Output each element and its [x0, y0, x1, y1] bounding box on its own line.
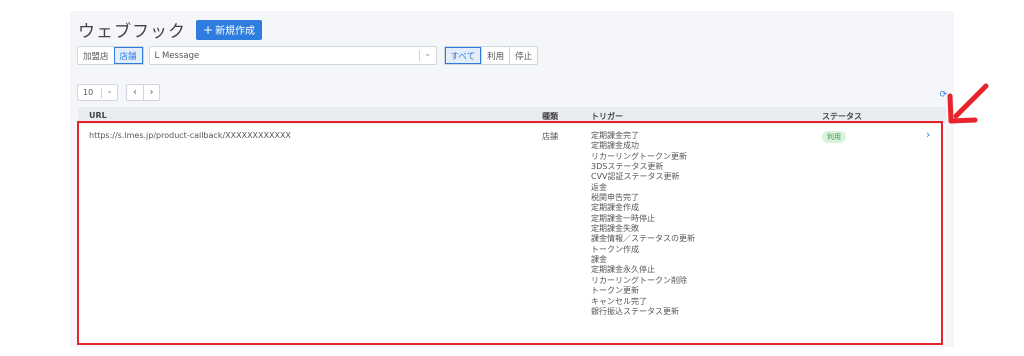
scope-option-merchant[interactable]: 加盟店 [78, 47, 114, 64]
annotation-arrow-icon [947, 83, 989, 124]
chevron-down-icon: ⌄ [423, 49, 432, 59]
chevron-left-icon[interactable]: ‹ [127, 85, 143, 100]
webhook-url: https://s.lmes.jp/product-callback/XXXXX… [89, 131, 291, 140]
column-header-status: ステータス [822, 112, 862, 121]
page-size-select[interactable]: 10 ⌄ [77, 84, 118, 101]
pagination-bar: 10 ⌄ ‹ › [77, 84, 160, 101]
column-header-url: URL [89, 111, 107, 120]
webhook-kind: 店舗 [542, 132, 558, 141]
trigger-item: CVV認証ステータス更新 [591, 172, 680, 182]
trigger-list: 定期課金完了 定期課金成功 リカーリングトークン更新 3DSステータス更新 CVV認証ス… [591, 131, 695, 317]
page-title: ウェブフック [78, 22, 186, 42]
trigger-item: キャンセル完了 [591, 296, 647, 306]
page-header: ウェブフック + 新規作成 [78, 17, 263, 42]
table-header: URL 種類 トリガー ステータス [78, 107, 946, 124]
status-filter-active[interactable]: 利用 [481, 47, 509, 64]
select-divider [101, 88, 102, 98]
trigger-item: トークン作成 [591, 244, 639, 254]
webhook-panel: ウェブフック + 新規作成 加盟店 店舗 L Message ⌄ すべて 利用 … [70, 11, 954, 347]
scope-toggle: 加盟店 店舗 [77, 46, 144, 65]
select-divider [418, 50, 420, 61]
trigger-item: 定期課金完了 [591, 131, 639, 140]
page-nav: ‹ › [126, 84, 160, 101]
trigger-item: 課金情報／ステータスの更新 [591, 234, 695, 244]
column-header-kind: 種類 [542, 112, 558, 121]
trigger-item: 定期課金永久停止 [591, 265, 655, 275]
trigger-item: リカーリングトークン削除 [591, 275, 687, 285]
trigger-item: 定期課金成功 [591, 141, 639, 151]
new-webhook-button[interactable]: + 新規作成 [196, 19, 263, 40]
status-filter-toggle: すべて 利用 停止 [443, 46, 539, 65]
trigger-item: 3DSステータス更新 [591, 162, 664, 172]
trigger-item: 定期課金一時停止 [591, 213, 655, 223]
status-filter-all[interactable]: すべて [444, 47, 482, 64]
trigger-item: リカーリングトークン更新 [591, 151, 687, 161]
account-select-value: L Message [154, 50, 200, 61]
scope-option-store[interactable]: 店舗 [113, 47, 143, 64]
trigger-item: 課金 [591, 255, 607, 265]
account-select[interactable]: L Message ⌄ [148, 46, 437, 65]
trigger-item: 銀行振込ステータス更新 [591, 306, 679, 316]
trigger-item: トークン更新 [591, 286, 639, 296]
page-size-value: 10 [83, 88, 94, 97]
trigger-item: 返金 [591, 182, 607, 192]
table-row[interactable]: https://s.lmes.jp/product-callback/XXXXX… [78, 124, 946, 344]
trigger-item: 定期課金作成 [591, 203, 639, 213]
status-filter-stopped[interactable]: 停止 [509, 47, 537, 64]
new-webhook-label: 新規作成 [215, 26, 256, 37]
plus-icon: + [203, 22, 214, 37]
trigger-item: 税関申告完了 [591, 193, 639, 203]
chevron-down-icon: ⌄ [106, 86, 113, 95]
chevron-right-icon[interactable]: › [926, 128, 930, 141]
column-header-trigger: トリガー [591, 112, 623, 121]
chevron-right-icon[interactable]: › [143, 85, 159, 100]
status-badge: 利用 [822, 131, 846, 143]
filter-bar: 加盟店 店舗 L Message ⌄ すべて 利用 停止 [77, 46, 539, 65]
trigger-item: 定期課金失敗 [591, 224, 639, 234]
